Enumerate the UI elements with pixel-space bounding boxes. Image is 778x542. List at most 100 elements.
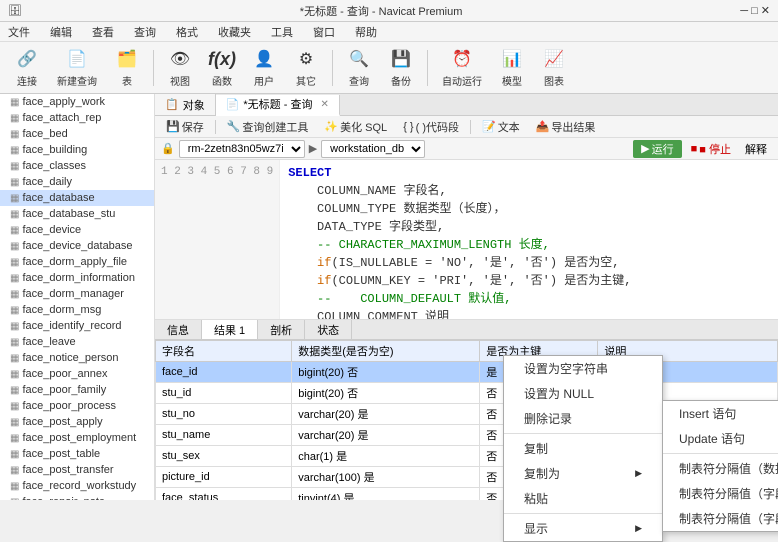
sidebar-item-face_post_employment[interactable]: ▦face_post_employment	[0, 430, 154, 446]
toolbar-model[interactable]: 📊 模型	[493, 44, 531, 91]
sidebar-item-face_bed[interactable]: ▦face_bed	[0, 126, 154, 142]
submenu-tsv-both[interactable]: 制表符分隔值（字段名和数据）	[663, 506, 778, 531]
table-icon: ▦	[10, 321, 19, 332]
toolbar-user[interactable]: 👤 用户	[245, 44, 283, 91]
menu-format[interactable]: 格式	[172, 22, 202, 42]
sidebar-item-face_device_database[interactable]: ▦face_device_database	[0, 238, 154, 254]
toolbar-query[interactable]: 🔍 查询	[340, 44, 378, 91]
toolbar-new-query[interactable]: 📄 新建查询	[50, 44, 104, 91]
export-icon: 📤	[536, 120, 550, 133]
submenu-update[interactable]: Update 语句	[663, 426, 778, 451]
sidebar-item-face_database_stu[interactable]: ▦face_database_stu	[0, 206, 154, 222]
cell-field: stu_sex	[156, 446, 292, 467]
query-builder-button[interactable]: 🔧 查询创建工具	[222, 117, 314, 137]
menu-edit[interactable]: 编辑	[46, 22, 76, 42]
toolbar-sep-1	[153, 50, 154, 86]
table-icon: ▦	[10, 369, 19, 380]
submenu-insert[interactable]: Insert 语句	[663, 401, 778, 426]
toolbar: 🔗 连接 📄 新建查询 🗂️ 表 👁 视图 f(x) 函数 👤 用户 ⚙ 其它 …	[0, 42, 778, 94]
sidebar-item-face_classes[interactable]: ▦face_classes	[0, 158, 154, 174]
sidebar-item-face_daily[interactable]: ▦face_daily	[0, 174, 154, 190]
menu-query[interactable]: 查询	[130, 22, 160, 42]
sidebar-item-face_repair_note[interactable]: ▦face_repair_note	[0, 494, 154, 500]
save-icon: 💾	[166, 120, 180, 133]
explain-button[interactable]: 解释	[740, 139, 772, 159]
ctx-set-null[interactable]: 设置为 NULL	[504, 381, 662, 406]
ctx-paste[interactable]: 粘贴	[504, 486, 662, 511]
toolbar-autorun[interactable]: ⏰ 自动运行	[435, 44, 489, 91]
conn-icon: 🔒	[161, 142, 175, 155]
sidebar-item-face_post_table[interactable]: ▦face_post_table	[0, 446, 154, 462]
connect-icon: 🔗	[15, 47, 39, 71]
beautify-icon: ✨	[324, 120, 338, 133]
sidebar-item-face_apply_work[interactable]: ▦face_apply_work	[0, 94, 154, 110]
submenu-tsv-fields[interactable]: 制表符分隔值（字段名）	[663, 481, 778, 506]
chart-icon: 📈	[542, 47, 566, 71]
ctx-copy[interactable]: 复制	[504, 436, 662, 461]
title-bar-icon: 🗄	[8, 4, 22, 17]
text-mode-button[interactable]: 📝 文本	[477, 117, 525, 137]
run-button[interactable]: ▶ 运行	[633, 140, 681, 158]
beautify-sql-button[interactable]: ✨ 美化 SQL	[319, 117, 392, 137]
toolbar-view[interactable]: 👁 视图	[161, 44, 199, 91]
sidebar-item-face_notice_person[interactable]: ▦face_notice_person	[0, 350, 154, 366]
bottom-tab-info[interactable]: 信息	[155, 320, 202, 339]
sidebar-item-face_dorm_information[interactable]: ▦face_dorm_information	[0, 270, 154, 286]
ctx-set-empty[interactable]: 设置为空字符串	[504, 356, 662, 381]
sidebar-item-face_attach_rep[interactable]: ▦face_attach_rep	[0, 110, 154, 126]
sidebar-item-face_dorm_apply_file[interactable]: ▦face_dorm_apply_file	[0, 254, 154, 270]
table-icon: ▦	[10, 129, 19, 140]
sidebar-item-face_identify_record[interactable]: ▦face_identify_record	[0, 318, 154, 334]
toolbar-connect[interactable]: 🔗 连接	[8, 44, 46, 91]
sidebar-item-face_poor_family[interactable]: ▦face_poor_family	[0, 382, 154, 398]
toolbar-chart[interactable]: 📈 图表	[535, 44, 573, 91]
sidebar-item-face_record_workstudy[interactable]: ▦face_record_workstudy	[0, 478, 154, 494]
menu-help[interactable]: 帮助	[351, 22, 381, 42]
sidebar-item-face_dorm_manager[interactable]: ▦face_dorm_manager	[0, 286, 154, 302]
sidebar-item-face_building[interactable]: ▦face_building	[0, 142, 154, 158]
menu-favorites[interactable]: 收藏夹	[214, 22, 255, 42]
conn-bar: 🔒 rm-2zetn83n05wz7i ▶ workstation_db ▶ 运…	[155, 138, 778, 160]
menu-file[interactable]: 文件	[4, 22, 34, 42]
sidebar-item-face_post_apply[interactable]: ▦face_post_apply	[0, 414, 154, 430]
table-icon: ▦	[10, 401, 19, 412]
stop-button[interactable]: ■ ■ 停止	[686, 139, 736, 159]
tab-objects[interactable]: 📋 对象	[155, 94, 216, 115]
ctx-copy-as[interactable]: 复制为	[504, 461, 662, 486]
table-icon: ▦	[10, 289, 19, 300]
export-result-button[interactable]: 📤 导出结果	[531, 117, 601, 137]
menu-window[interactable]: 窗口	[309, 22, 339, 42]
tab-close-icon[interactable]: ✕	[320, 99, 328, 110]
ctx-show[interactable]: 显示	[504, 516, 662, 541]
sidebar-item-face_dorm_msg[interactable]: ▦face_dorm_msg	[0, 302, 154, 318]
cell-type: varchar(100) 是	[292, 467, 480, 488]
ctx-delete-record[interactable]: 删除记录	[504, 406, 662, 431]
table-row[interactable]: face_id bigint(20) 否 是 ID	[156, 362, 778, 383]
bottom-tab-status[interactable]: 状态	[305, 320, 352, 339]
connection-select[interactable]: rm-2zetn83n05wz7i	[179, 140, 305, 158]
sidebar-item-face_leave[interactable]: ▦face_leave	[0, 334, 154, 350]
toolbar-backup[interactable]: 💾 备份	[382, 44, 420, 91]
sidebar-item-face_poor_process[interactable]: ▦face_poor_process	[0, 398, 154, 414]
sidebar-item-face_device[interactable]: ▦face_device	[0, 222, 154, 238]
toolbar-other[interactable]: ⚙ 其它	[287, 44, 325, 91]
toolbar-table[interactable]: 🗂️ 表	[108, 44, 146, 91]
save-button[interactable]: 💾 保存	[161, 117, 209, 137]
toolbar-function[interactable]: f(x) 函数	[203, 44, 241, 91]
table-icon: ▦	[10, 193, 19, 204]
code-editor[interactable]: 1 2 3 4 5 6 7 8 9 SELECT COLUMN_NAME 字段名…	[155, 160, 778, 320]
sidebar-item-face_database[interactable]: ▦face_database	[0, 190, 154, 206]
sidebar-item-face_post_transfer[interactable]: ▦face_post_transfer	[0, 462, 154, 478]
sidebar-item-face_poor_annex[interactable]: ▦face_poor_annex	[0, 366, 154, 382]
bottom-tab-profiling[interactable]: 剖析	[258, 320, 305, 339]
menu-view[interactable]: 查看	[88, 22, 118, 42]
database-select[interactable]: workstation_db	[321, 140, 425, 158]
bottom-tab-result1[interactable]: 结果 1	[202, 320, 258, 339]
menu-tools[interactable]: 工具	[267, 22, 297, 42]
code-segment-button[interactable]: { } ( )代码段	[398, 117, 464, 137]
code-content[interactable]: SELECT COLUMN_NAME 字段名, COLUMN_TYPE 数据类型…	[280, 160, 778, 319]
tab-query[interactable]: 📄 *无标题 - 查询 ✕	[216, 95, 340, 116]
user-icon: 👤	[252, 47, 276, 71]
submenu-tsv-data[interactable]: 制表符分隔值（数据）	[663, 456, 778, 481]
table-icon: ▦	[10, 353, 19, 364]
